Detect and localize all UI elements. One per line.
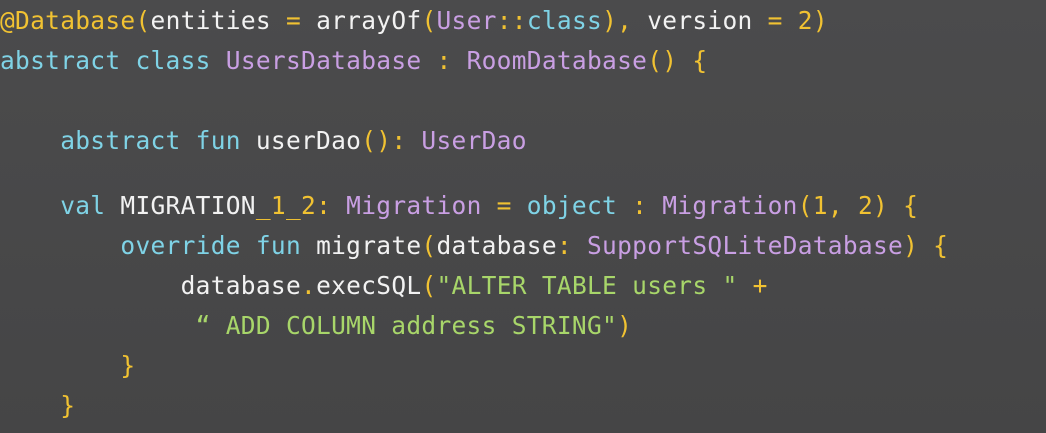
code-token: } [120,351,136,380]
code-token: = [481,191,527,220]
code-token: (): [361,126,422,155]
code-token: class [526,6,603,35]
code-token: entities [150,6,271,35]
code-token: () { [647,46,708,75]
code-token: ) [617,311,633,340]
code-line: database.execSQL("ALTER TABLE users " + [0,271,768,301]
code-token: , [827,191,858,220]
code-line: } [0,351,135,381]
code-token: 1 [812,191,828,220]
code-token: _1_2 [255,191,317,220]
code-token: . [301,271,317,300]
code-token: database [180,271,302,300]
code-token: UsersDatabase [225,46,422,75]
code-line: } [0,391,75,421]
code-token: userDao [255,126,362,155]
code-token: “ ADD COLUMN address STRING" [195,311,618,340]
code-token: : [556,231,587,260]
code-token: : [316,191,347,220]
code-token: : [617,191,663,220]
code-token: @Database [0,6,136,35]
code-token: Migration [346,191,482,220]
code-token: ) [812,6,828,35]
code-token: = [270,6,317,35]
code-token: ), [602,6,648,35]
code-token: UserDao [421,126,527,155]
code-line: abstract class UsersDatabase : RoomDatab… [0,46,707,76]
code-token: execSQL [316,271,422,300]
code-line: override fun migrate(database: SupportSQ… [0,231,948,261]
code-token: val [60,191,121,220]
code-token: : [421,46,467,75]
code-token: "ALTER TABLE users " [436,271,738,300]
code-token: arrayOf [316,6,422,35]
code-token: ( [135,6,151,35]
code-editor: @Database(entities = arrayOf(User::class… [0,0,1046,433]
code-token: ( [421,271,437,300]
code-token: + [737,271,768,300]
code-token: migrate [316,231,422,260]
code-line: “ ADD COLUMN address STRING") [0,311,632,341]
code-token: abstract fun [60,126,256,155]
code-token: SupportSQLiteDatabase [587,231,904,260]
code-token: override fun [120,231,317,260]
code-token: = [752,6,798,35]
code-token: version [647,6,753,35]
code-token: ( [797,191,813,220]
code-token: RoomDatabase [466,46,648,75]
code-token: } [60,391,76,420]
code-token: :: [496,6,527,35]
code-token: ) { [903,231,949,260]
code-token: 2 [857,191,873,220]
code-line: val MIGRATION_1_2: Migration = object : … [0,191,918,221]
code-token: MIGRATION [120,191,256,220]
code-token: Migration [662,191,798,220]
code-line: abstract fun userDao(): UserDao [0,126,527,156]
code-token: abstract class [0,46,226,75]
code-token: ( [421,231,437,260]
code-token: ) { [873,191,919,220]
code-token: 2 [797,6,813,35]
code-token: database [436,231,557,260]
code-token: object [526,191,618,220]
code-token: ( [421,6,437,35]
code-token: User [436,6,497,35]
code-line: @Database(entities = arrayOf(User::class… [0,6,828,36]
